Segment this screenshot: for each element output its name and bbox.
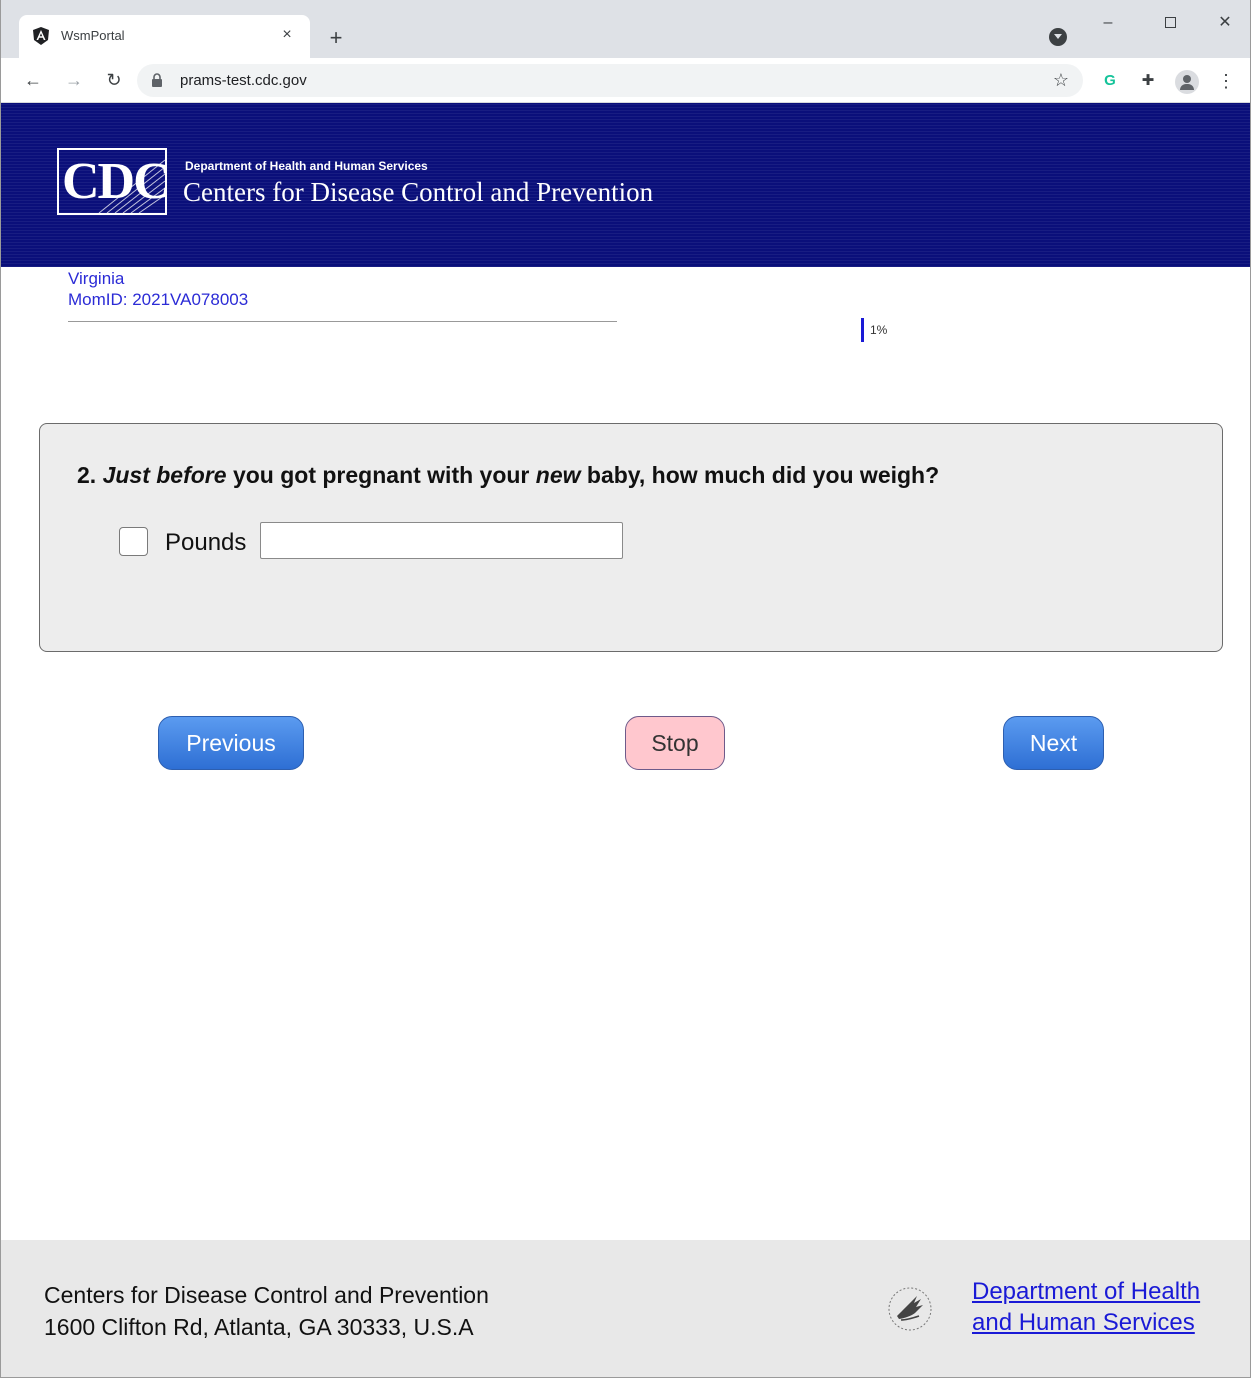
- close-window-button[interactable]: ✕: [1202, 8, 1248, 38]
- question-text-2: you got pregnant with your: [226, 462, 536, 488]
- back-arrow-icon[interactable]: ←: [20, 67, 46, 93]
- mom-id: MomID: 2021VA078003: [68, 290, 249, 309]
- pounds-checkbox[interactable]: [119, 527, 148, 556]
- new-tab-button[interactable]: +: [323, 25, 349, 51]
- extensions-puzzle-icon[interactable]: ✚: [1137, 70, 1159, 92]
- tab-search-icon[interactable]: [1049, 28, 1067, 46]
- browser-window: WsmPortal × + – ✕ ← → ↻ prams-test.cdc.g…: [0, 0, 1251, 1378]
- footer-address: 1600 Clifton Rd, Atlanta, GA 30333, U.S.…: [44, 1314, 474, 1340]
- respondent-info: Virginia MomID: 2021VA078003: [68, 268, 617, 322]
- survey-progress: 1%: [861, 318, 1011, 342]
- pounds-label: Pounds: [165, 529, 247, 556]
- profile-avatar-icon[interactable]: [1175, 70, 1199, 94]
- stop-button[interactable]: Stop: [625, 716, 725, 770]
- forward-arrow-icon[interactable]: →: [61, 67, 87, 93]
- bookmark-star-icon[interactable]: ☆: [1053, 69, 1069, 91]
- maximize-button[interactable]: [1147, 8, 1193, 38]
- lock-icon: [152, 73, 162, 87]
- hhs-link[interactable]: Department of Health and Human Services: [972, 1276, 1200, 1338]
- reload-icon[interactable]: ↻: [101, 67, 127, 93]
- page-footer: Centers for Disease Control and Preventi…: [1, 1240, 1250, 1377]
- angular-favicon-icon: [33, 27, 49, 45]
- question-number: 2.: [77, 462, 97, 488]
- next-button[interactable]: Next: [1003, 716, 1104, 770]
- progress-bar-fill: [861, 318, 864, 342]
- grammarly-extension-icon[interactable]: G: [1099, 70, 1121, 92]
- question-emphasis-1: Just before: [102, 462, 227, 488]
- tab-strip: WsmPortal × + – ✕: [1, 0, 1250, 58]
- minimize-button[interactable]: –: [1085, 8, 1131, 38]
- address-bar[interactable]: prams-test.cdc.gov ☆: [137, 64, 1083, 97]
- question-card: 2. Just before you got pregnant with you…: [39, 423, 1223, 652]
- question-emphasis-2: new: [535, 462, 581, 488]
- state-name: Virginia: [68, 269, 125, 288]
- browser-menu-icon[interactable]: ⋮: [1215, 70, 1237, 92]
- cdc-header-banner: CDC Department of Health and Human Servi…: [1, 103, 1250, 267]
- browser-tab[interactable]: WsmPortal ×: [19, 15, 310, 58]
- hhs-link-line1: Department of Health: [972, 1278, 1201, 1305]
- footer-org-name: Centers for Disease Control and Preventi…: [44, 1282, 489, 1308]
- question-text-4: baby, how much did you weigh?: [580, 462, 940, 488]
- question-text: 2. Just before you got pregnant with you…: [77, 462, 939, 489]
- hhs-link-line2: and Human Services: [972, 1309, 1195, 1336]
- cdc-logo: CDC: [57, 148, 171, 215]
- maximize-icon: [1164, 17, 1176, 29]
- department-name: Department of Health and Human Services: [185, 159, 428, 173]
- previous-button[interactable]: Previous: [158, 716, 304, 770]
- hhs-eagle-seal-icon: [888, 1287, 932, 1331]
- cdc-logo-text: CDC: [62, 153, 171, 210]
- tab-title: WsmPortal: [61, 28, 125, 43]
- agency-name: Centers for Disease Control and Preventi…: [183, 177, 654, 207]
- tab-close-icon[interactable]: ×: [276, 24, 298, 46]
- progress-percent: 1%: [870, 323, 888, 337]
- url-text: prams-test.cdc.gov: [180, 72, 307, 89]
- pounds-input[interactable]: [260, 522, 623, 559]
- browser-toolbar: ← → ↻ prams-test.cdc.gov ☆ G ✚ ⋮: [1, 58, 1250, 103]
